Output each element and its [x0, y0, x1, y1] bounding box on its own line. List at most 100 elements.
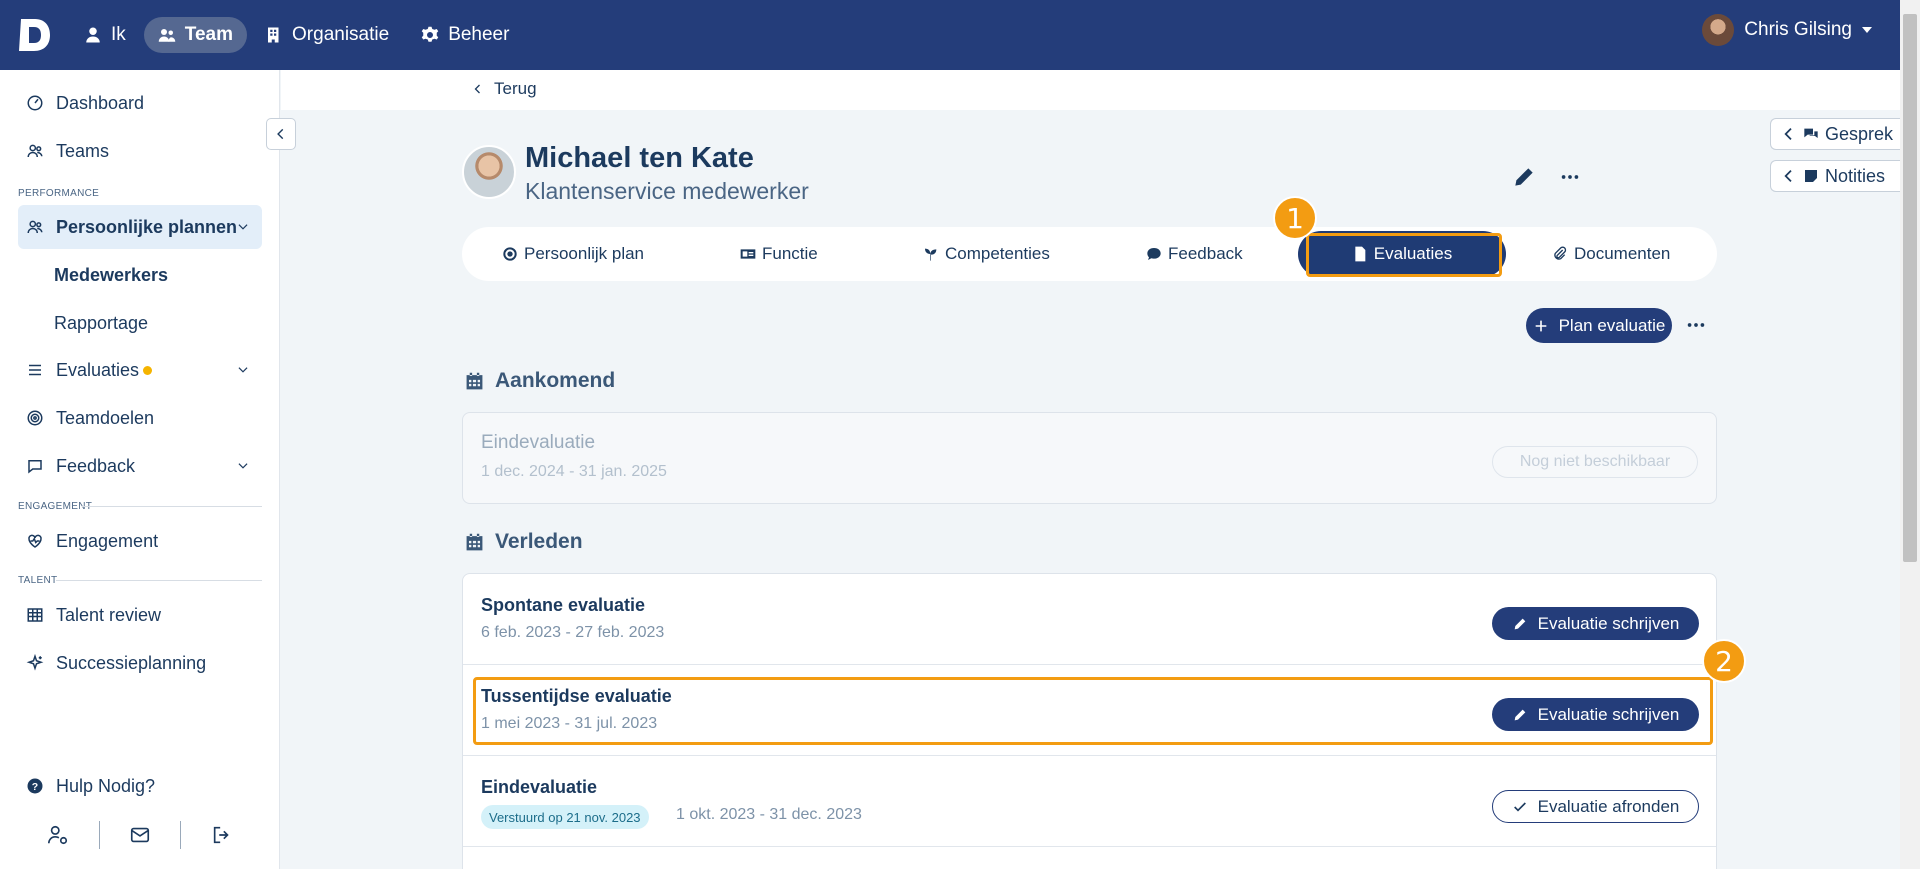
- nav-ik[interactable]: Ik: [70, 17, 140, 53]
- edit-button[interactable]: [1511, 164, 1537, 190]
- tab-feedback[interactable]: Feedback: [1146, 227, 1243, 281]
- user-icon: [86, 27, 100, 43]
- scrollbar-thumb[interactable]: [1903, 14, 1917, 562]
- step-marker-1: 1: [1273, 196, 1317, 240]
- more-options-button[interactable]: [1557, 164, 1583, 190]
- sidebar-sub-rapportage[interactable]: Rapportage: [54, 313, 148, 334]
- ellipsis-icon: [1687, 323, 1705, 327]
- tab-evaluaties-label: Evaluaties: [1373, 244, 1453, 263]
- heart-pulse-icon: [28, 534, 42, 548]
- check-icon: [1513, 801, 1526, 811]
- sidebar-item-teams[interactable]: Teams: [18, 129, 262, 173]
- sidebar: Dashboard Teams PERFORMANCE Persoonlijke…: [0, 70, 280, 869]
- user-gear-icon: [48, 825, 68, 845]
- pencil-icon: [1515, 168, 1533, 186]
- finish-evaluation-button[interactable]: Evaluatie afronden: [1492, 790, 1699, 823]
- tab-evaluaties[interactable]: Evaluaties: [1298, 231, 1506, 277]
- evaluation-date: 1 okt. 2023 - 31 dec. 2023: [676, 806, 862, 823]
- nav-team-label: Team: [184, 24, 234, 45]
- sidebar-item-feedback[interactable]: Feedback: [18, 444, 262, 488]
- tab-feedback-label: Feedback: [1168, 244, 1243, 263]
- section-past: Verleden: [465, 530, 583, 554]
- sidebar-item-help[interactable]: ? Hulp Nodig?: [18, 764, 262, 808]
- employee-tabs: Persoonlijk plan Functie Competenties Fe…: [462, 227, 1717, 281]
- section-upcoming: Aankomend: [465, 369, 615, 393]
- paperclip-icon: [1554, 246, 1567, 260]
- section-label-talent: TALENT: [18, 575, 58, 586]
- messages-button[interactable]: [100, 824, 181, 846]
- evaluations-more-button[interactable]: [1683, 312, 1709, 338]
- employee-role: Klantenservice medewerker: [525, 178, 809, 204]
- sidebar-item-dashboard-label: Dashboard: [56, 92, 145, 113]
- sidebar-item-successieplanning[interactable]: Successieplanning: [18, 641, 262, 685]
- divider: [56, 580, 262, 581]
- help-icon: ?: [27, 778, 43, 794]
- caret-down-icon: [1862, 27, 1872, 33]
- sidebar-item-talent-review[interactable]: Talent review: [18, 593, 262, 637]
- app-logo[interactable]: [0, 0, 70, 70]
- write-evaluation-button[interactable]: Evaluatie schrijven: [1492, 698, 1699, 731]
- tab-persoonlijk-plan[interactable]: Persoonlijk plan: [502, 227, 644, 281]
- gauge-icon: [27, 95, 43, 111]
- notification-dot: [143, 365, 153, 375]
- sidebar-item-evaluaties[interactable]: Evaluaties: [18, 348, 262, 392]
- top-navigation-bar: Ik Team Organisatie Beheer Chris Gilsing: [0, 0, 1920, 70]
- evaluation-date: 6 feb. 2023 - 27 feb. 2023: [481, 624, 665, 641]
- pencil-icon: [1514, 618, 1525, 629]
- chevron-down-icon: [238, 463, 248, 469]
- tab-persoonlijk-plan-label: Persoonlijk plan: [524, 244, 645, 263]
- sidebar-item-teamdoelen[interactable]: Teamdoelen: [18, 396, 262, 440]
- nav-organisatie-label: Organisatie: [292, 24, 390, 45]
- tab-documenten-label: Documenten: [1574, 244, 1671, 263]
- write-evaluation-button[interactable]: Evaluatie schrijven: [1492, 607, 1699, 640]
- logout-button[interactable]: [181, 824, 262, 846]
- sidebar-item-successieplanning-label: Successieplanning: [56, 652, 207, 673]
- logout-icon: [213, 826, 229, 844]
- target-icon: [27, 410, 43, 426]
- row-divider: [463, 755, 1716, 756]
- calendar-icon: [466, 533, 483, 550]
- write-evaluation-label: Evaluatie schrijven: [1537, 704, 1680, 724]
- evaluation-date: 1 mei 2023 - 31 jul. 2023: [481, 715, 658, 732]
- user-menu[interactable]: Chris Gilsing: [1702, 14, 1872, 46]
- sidebar-item-engagement-label: Engagement: [56, 530, 159, 551]
- users-icon: [27, 220, 43, 234]
- tab-competenties-label: Competenties: [945, 244, 1050, 263]
- tab-competenties[interactable]: Competenties: [923, 227, 1050, 281]
- sidebar-item-persoonlijke-plannen[interactable]: Persoonlijke plannen: [18, 205, 262, 249]
- users-icon: [27, 144, 43, 158]
- section-past-title: Verleden: [495, 530, 583, 553]
- gesprek-panel-toggle[interactable]: Gesprek: [1770, 118, 1910, 150]
- sidebar-item-dashboard[interactable]: Dashboard: [18, 81, 262, 125]
- employee-avatar: [462, 145, 516, 199]
- user-avatar: [1702, 14, 1735, 46]
- sparkles-icon: [26, 654, 44, 671]
- sidebar-item-evaluaties-label: Evaluaties: [56, 359, 140, 380]
- sidebar-item-engagement[interactable]: Engagement: [18, 519, 262, 563]
- evaluation-title: Spontane evaluatie: [481, 595, 646, 615]
- plan-evaluatie-button[interactable]: Plan evaluatie: [1526, 308, 1672, 343]
- evaluation-title: Eindevaluatie: [481, 777, 598, 797]
- employee-name: Michael ten Kate: [525, 142, 754, 174]
- nav-organisatie[interactable]: Organisatie: [251, 17, 403, 53]
- nav-beheer[interactable]: Beheer: [407, 17, 523, 53]
- tab-functie[interactable]: Functie: [740, 227, 818, 281]
- file-icon: [1355, 246, 1366, 262]
- list-icon: [29, 364, 41, 376]
- profile-settings-button[interactable]: [18, 824, 99, 846]
- tab-functie-label: Functie: [762, 244, 818, 263]
- upcoming-evaluation-title: Eindevaluatie: [481, 432, 596, 453]
- nav-team[interactable]: Team: [143, 17, 248, 53]
- notities-panel-toggle[interactable]: Notities: [1770, 160, 1910, 192]
- sidebar-item-teams-label: Teams: [56, 140, 110, 161]
- chevron-left-icon: [474, 84, 480, 94]
- chevron-left-icon: [277, 128, 284, 140]
- sidebar-item-persoonlijke-plannen-label: Persoonlijke plannen: [56, 216, 238, 237]
- sidebar-sub-medewerkers[interactable]: Medewerkers: [54, 265, 168, 286]
- comment-icon: [28, 460, 42, 474]
- back-link[interactable]: Terug: [472, 74, 537, 104]
- envelope-icon: [130, 827, 150, 843]
- row-divider: [463, 846, 1716, 847]
- tab-documenten[interactable]: Documenten: [1552, 227, 1670, 281]
- sidebar-collapse-button[interactable]: [266, 118, 296, 150]
